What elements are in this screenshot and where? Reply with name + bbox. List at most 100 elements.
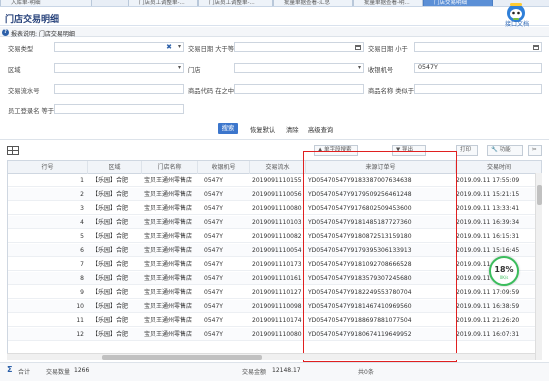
table-row[interactable]: 12 【乐园】合肥 宝贝王通州零售店 0547Y 2019091110080 YD0547… [8, 328, 541, 341]
cell-row-no: 9 [80, 289, 84, 296]
cell-source-order: YD05470547Y9183387007634638 [308, 177, 412, 184]
cell-store: 宝贝王通州零售店 [144, 219, 193, 226]
trade-count-label: 交易数量 [46, 369, 71, 376]
cell-store: 宝贝王通州零售店 [144, 261, 193, 268]
table-row[interactable]: 11 【乐园】合肥 宝贝王通州零售店 0547Y 2019091110174 YD0547… [8, 314, 541, 327]
trade-amount-value: 12148.17 [272, 367, 301, 374]
network-speed-widget[interactable]: 18% 0K/s [489, 256, 519, 286]
calendar-icon[interactable] [355, 44, 361, 50]
cell-source-order: YD05470547Y9180872513159180 [308, 233, 412, 240]
cell-flow: 2019091110127 [252, 289, 302, 296]
cell-flow: 2019091110174 [252, 317, 302, 324]
cell-flow: 2019091110056 [252, 191, 302, 198]
calendar-icon[interactable] [533, 44, 539, 50]
cell-flow: 2019091110173 [252, 261, 302, 268]
cell-trade-time: 2019.09.11 15:16:45 [456, 247, 520, 254]
scroll-thumb[interactable] [102, 355, 262, 360]
table-row[interactable]: 4 【乐园】合肥 宝贝王通州零售店 0547Y 2019091110103 YD05470… [8, 216, 541, 229]
column-header-store[interactable]: 门店名称 [142, 161, 198, 174]
clear-button[interactable]: 清除 [286, 125, 299, 134]
cell-flow: 2019091110080 [252, 331, 302, 338]
export-button[interactable]: ▼ 导出 [392, 145, 426, 156]
trade-detail-grid: 行号 区域 门店名称 收银机号 交易流水 来源订单号 交易时间 1 【乐园】合肥宝… [7, 160, 542, 360]
cashier-input[interactable]: 0547Y [414, 63, 542, 73]
table-row[interactable]: 10 【乐园】合肥 宝贝王通州零售店 0547Y 2019091110098 YD0547… [8, 300, 541, 313]
tools-button[interactable]: ✂ [528, 145, 542, 156]
summary-footer: Σ 合计 交易数量 1266 交易金额 12148.17 共0条 [0, 362, 549, 381]
grid-view-icon[interactable] [7, 146, 19, 155]
table-row[interactable]: 6 【乐园】合肥 宝贝王通州零售店 0547Y 2019091110054 YD05470… [8, 244, 541, 257]
table-row[interactable]: 8 【乐园】合肥 宝贝王通州零售店 0547Y 2019091110161 YD05470… [8, 272, 541, 285]
cell-source-order: YD05470547Y9180674119649952 [308, 331, 412, 338]
store-select[interactable]: ▾ [234, 63, 364, 73]
cell-trade-time: 2019.09.11 13:33:41 [456, 205, 520, 212]
single-field-search-button[interactable]: ▲ 单字段搜索 [314, 145, 358, 156]
trade-amount-label: 交易金额 [242, 369, 267, 376]
tab-store-staff-adjust-2[interactable]: 门店员工调整单-... [198, 0, 273, 6]
cell-store: 宝贝王通州零售店 [144, 205, 193, 212]
tab-batch-detail[interactable]: 批量单据查看-明... [353, 0, 423, 6]
employee-input[interactable] [54, 104, 184, 114]
table-row[interactable]: 7 【乐园】合肥 宝贝王通州零售店 0547Y 2019091110173 YD05470… [8, 258, 541, 271]
cell-cashier: 0547Y [204, 219, 223, 226]
page-title: 门店交易明细 [5, 15, 60, 25]
search-button[interactable]: 搜索 [218, 123, 238, 134]
trade-date-from-input[interactable] [234, 42, 364, 52]
cell-region: 【乐园】合肥 [92, 219, 129, 226]
cell-flow: 2019091110098 [252, 303, 302, 310]
cell-cashier: 0547Y [204, 317, 223, 324]
cell-cashier: 0547Y [204, 261, 223, 268]
column-header-source-order[interactable]: 来源订单号 [306, 161, 456, 174]
vertical-scrollbar[interactable] [535, 173, 542, 360]
cell-trade-time: 2019.09.11 17:55:09 [456, 177, 520, 184]
tab-batch-summary[interactable]: 批量单据查看-汇总 [273, 0, 353, 6]
table-row[interactable]: 1 【乐园】合肥 宝贝王通州零售店 0547Y 2019091110155 YD05470… [8, 174, 541, 187]
product-name-input[interactable] [414, 84, 542, 94]
clear-icon[interactable]: ✖ [166, 43, 172, 51]
cell-row-no: 4 [80, 219, 84, 226]
column-header-cashier[interactable]: 收银机号 [198, 161, 250, 174]
functions-button[interactable]: 🔧 功能 [487, 145, 523, 156]
cell-source-order: YD05470547Y9182249553780704 [308, 289, 412, 296]
scroll-thumb[interactable] [537, 185, 542, 205]
advanced-search-button[interactable]: 高级查询 [308, 125, 333, 134]
table-row[interactable]: 2 【乐园】合肥 宝贝王通州零售店 0547Y 2019091110056 YD05470… [8, 188, 541, 201]
trade-type-select[interactable]: ✖ ▾ [54, 42, 184, 52]
trade-date-to-input[interactable] [414, 42, 542, 52]
question-icon: ? [2, 28, 9, 36]
table-row[interactable]: 9 【乐园】合肥 宝贝王通州零售店 0547Y 2019091110127 YD05470… [8, 286, 541, 299]
cell-region: 【乐园】合肥 [92, 275, 129, 282]
cell-region: 【乐园】合肥 [92, 317, 129, 324]
cell-row-no: 1 [80, 177, 84, 184]
product-code-input[interactable] [234, 84, 364, 94]
horizontal-scrollbar[interactable] [7, 353, 535, 360]
cell-region: 【乐园】合肥 [92, 177, 129, 184]
table-row[interactable]: 3 【乐园】合肥 宝贝王通州零售店 0547Y 2019091110080 YD05470… [8, 202, 541, 215]
tab-store-trade-detail[interactable]: 门店交易明细 [423, 0, 493, 6]
cell-cashier: 0547Y [204, 205, 223, 212]
print-button[interactable]: 打印 [456, 145, 478, 156]
cell-row-no: 2 [80, 191, 84, 198]
sum-icon: Σ [7, 365, 13, 374]
cell-trade-time: 2019.09.11 16:39:34 [456, 219, 520, 226]
help-docs-link[interactable]: 接口文档 [492, 19, 542, 28]
cell-store: 宝贝王通州零售店 [144, 289, 193, 296]
tab-inbound-detail[interactable]: 入库单-明细 [0, 0, 92, 6]
column-header-trade-time[interactable]: 交易时间 [456, 161, 541, 174]
table-row[interactable]: 5 【乐园】合肥 宝贝王通州零售店 0547Y 2019091110082 YD05470… [8, 230, 541, 243]
cell-store: 宝贝王通州零售店 [144, 303, 193, 310]
reset-button[interactable]: 恢复默认 [250, 125, 275, 134]
cell-flow: 2019091110155 [252, 177, 302, 184]
column-header-row-no[interactable]: 行号 [8, 161, 88, 174]
column-header-flow[interactable]: 交易流水 [250, 161, 306, 174]
cell-region: 【乐园】合肥 [92, 261, 129, 268]
cashier-label: 收银机号 [368, 67, 394, 74]
speed-percent: 18% [494, 265, 514, 274]
column-header-region[interactable]: 区域 [88, 161, 142, 174]
tab-store-staff-adjust-1[interactable]: 门店员工调整单-... [128, 0, 198, 6]
cell-source-order: YD05470547Y9188697881077504 [308, 317, 412, 324]
cell-region: 【乐园】合肥 [92, 289, 129, 296]
report-description: 报表说明: 门店交易明细 [11, 30, 75, 38]
trade-no-input[interactable] [54, 84, 184, 94]
region-select[interactable]: ▾ [54, 63, 184, 73]
